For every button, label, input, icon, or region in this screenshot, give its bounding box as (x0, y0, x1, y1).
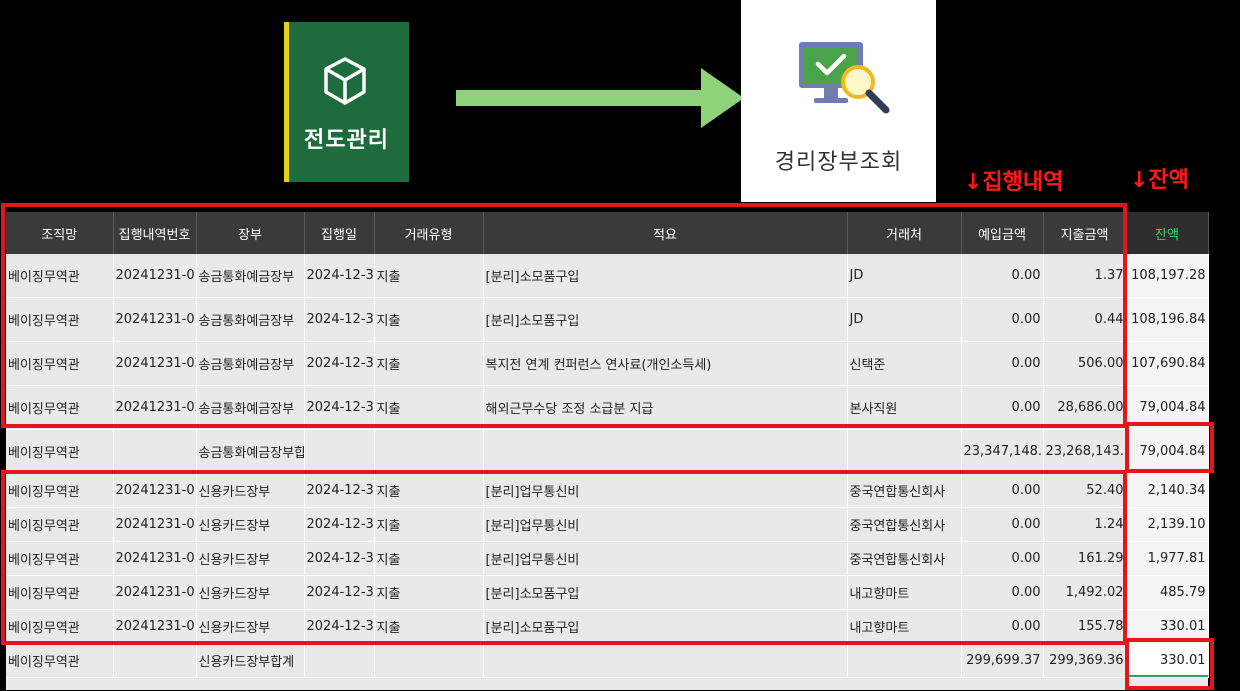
cell-balance: 107,690.84 (1126, 341, 1209, 386)
cell-date (304, 643, 375, 678)
cell-org: 베이징무역관 (6, 429, 114, 474)
col-header-balance[interactable]: 잔액 (1126, 212, 1209, 254)
balance-annotation: ↓잔액 (1130, 168, 1189, 193)
cell-summary (483, 643, 848, 678)
cell-ledger: 신용카드장부합계 (196, 643, 305, 678)
cell-exec-no (113, 643, 197, 678)
cell-exec-no (113, 429, 197, 474)
cell-balance: 108,197.28 (1126, 254, 1209, 298)
cell-balance: 485.79 (1126, 575, 1209, 610)
cell-withdrawal: 299,369.36 (1043, 643, 1127, 678)
highlight-box-card-ledger (1, 470, 1127, 645)
cell-tx-type (374, 643, 484, 678)
history-annotation: ↓집행내역 (964, 170, 1064, 195)
cell-balance: 2,139.10 (1126, 507, 1209, 542)
expense-management-tile[interactable]: 전도관리 (284, 22, 409, 182)
tile-label: 전도관리 (304, 128, 389, 153)
cell-vendor (847, 429, 962, 474)
subtotal-row[interactable]: 베이징무역관 신용카드장부합계 299,699.37 299,369.36 33… (6, 643, 1209, 678)
cell-balance: 1,977.81 (1126, 541, 1209, 576)
monitor-search-icon (799, 42, 890, 114)
highlight-box-card-balance (1125, 638, 1214, 690)
cell-ledger: 송금통화예금장부합계 (196, 429, 305, 474)
cell-balance: 108,196.84 (1126, 297, 1209, 342)
subtotal-row[interactable]: 베이징무역관 송금통화예금장부합계 23,347,148.20 23,268,1… (6, 429, 1209, 474)
cell-tx-type (374, 429, 484, 474)
ledger-inquiry-tile[interactable]: 경리장부조회 (741, 0, 936, 202)
highlight-box-deposit-balance (1125, 422, 1214, 473)
tile-label: 경리장부조회 (774, 150, 903, 175)
cube-icon (324, 57, 366, 105)
cell-date (304, 429, 375, 474)
cell-vendor (847, 643, 962, 678)
cell-summary (483, 429, 848, 474)
highlight-box-deposit-ledger (1, 203, 1127, 428)
cell-balance: 2,140.34 (1126, 473, 1209, 508)
cell-org: 베이징무역관 (6, 643, 114, 678)
cell-withdrawal: 23,268,143.36 (1043, 429, 1127, 474)
cell-deposit: 299,699.37 (961, 643, 1044, 678)
tile-accent-stripe (284, 22, 289, 182)
right-arrow-icon (456, 68, 744, 128)
cell-deposit: 23,347,148.20 (961, 429, 1044, 474)
